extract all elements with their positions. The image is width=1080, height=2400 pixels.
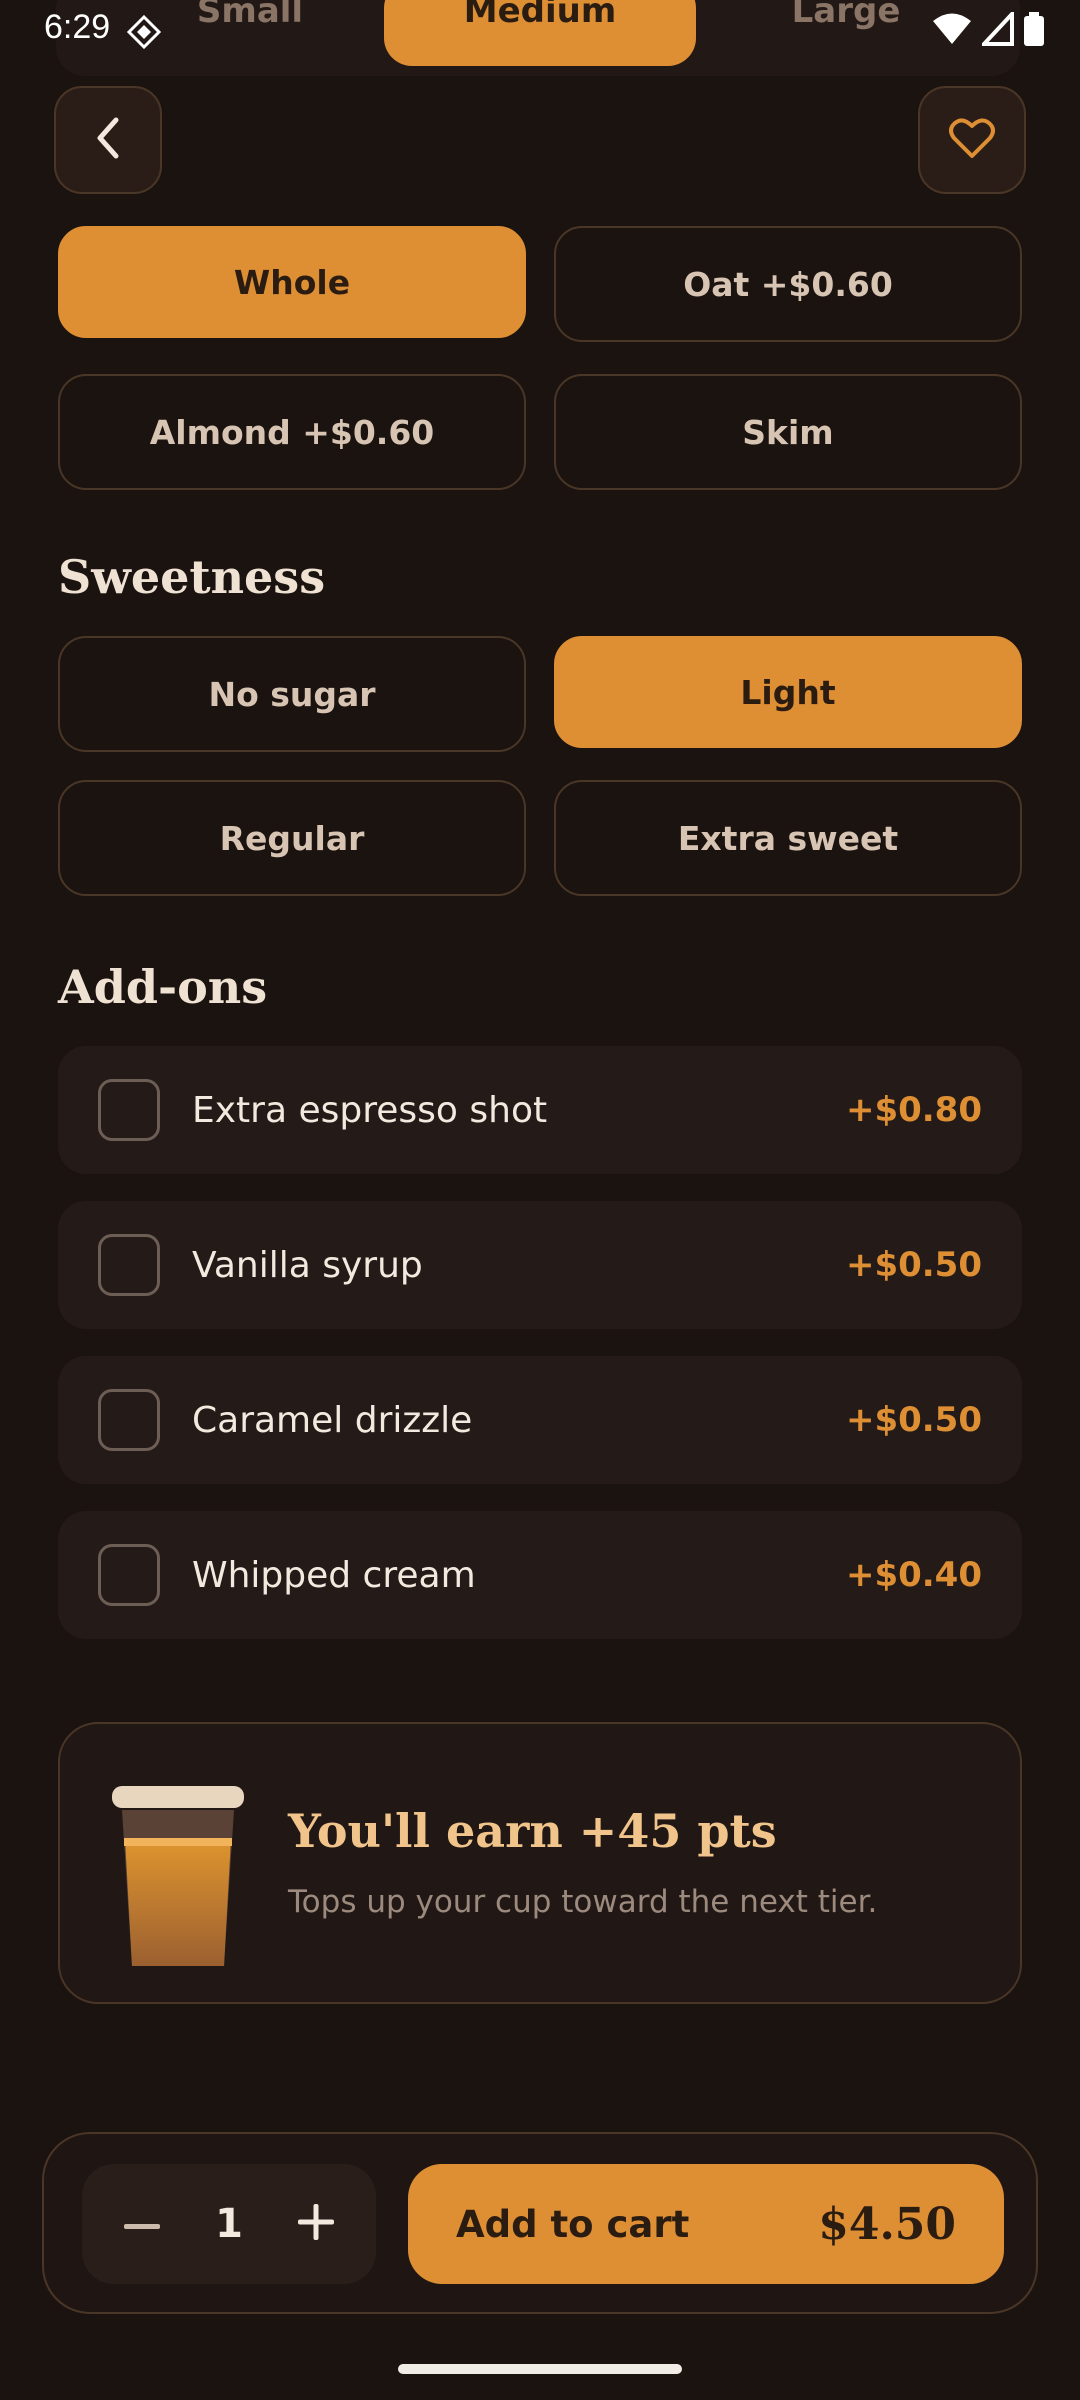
sweetness-option-extra-sweet[interactable]: Extra sweet bbox=[554, 780, 1022, 896]
cup-icon bbox=[108, 1786, 248, 1976]
add-to-cart-button[interactable]: Add to cart $4.50 bbox=[408, 2164, 1004, 2284]
addons-title: Add-ons bbox=[58, 960, 268, 1014]
addon-checkbox[interactable] bbox=[98, 1234, 160, 1296]
minus-icon bbox=[124, 2215, 160, 2234]
sweetness-option-no-sugar[interactable]: No sugar bbox=[58, 636, 526, 752]
addon-name: Caramel drizzle bbox=[192, 1399, 473, 1441]
milk-options: Whole Oat +$0.60 Almond +$0.60 Skim bbox=[58, 226, 1022, 490]
plus-icon bbox=[298, 2204, 334, 2244]
addon-price: +$0.40 bbox=[845, 1555, 982, 1595]
milk-option-oat[interactable]: Oat +$0.60 bbox=[554, 226, 1022, 342]
wifi-icon bbox=[932, 12, 972, 50]
quantity-stepper: 1 bbox=[82, 2164, 376, 2284]
cart-total: $4.50 bbox=[818, 2198, 956, 2250]
notification-icon bbox=[126, 14, 162, 54]
home-indicator[interactable] bbox=[398, 2364, 682, 2374]
heart-icon bbox=[948, 116, 996, 164]
addon-price: +$0.50 bbox=[845, 1400, 982, 1440]
addon-caramel-drizzle[interactable]: Caramel drizzle +$0.50 bbox=[58, 1356, 1022, 1484]
addon-price: +$0.50 bbox=[845, 1245, 982, 1285]
points-subtitle: Tops up your cup toward the next tier. bbox=[288, 1884, 878, 1920]
signal-icon bbox=[979, 8, 1014, 50]
points-card: You'll earn +45 pts Tops up your cup tow… bbox=[58, 1722, 1022, 2004]
addon-checkbox[interactable] bbox=[98, 1389, 160, 1451]
status-time: 6:29 bbox=[44, 8, 111, 46]
addon-whipped-cream[interactable]: Whipped cream +$0.40 bbox=[58, 1511, 1022, 1639]
add-to-cart-label: Add to cart bbox=[456, 2202, 690, 2246]
milk-option-almond[interactable]: Almond +$0.60 bbox=[58, 374, 526, 490]
quantity-value: 1 bbox=[215, 2201, 243, 2247]
addon-checkbox[interactable] bbox=[98, 1079, 160, 1141]
favorite-button[interactable] bbox=[918, 86, 1026, 194]
addon-name: Vanilla syrup bbox=[192, 1244, 423, 1286]
status-bar: 6:29 bbox=[0, 0, 1080, 62]
cart-bar: 1 Add to cart $4.50 bbox=[42, 2132, 1038, 2314]
addon-price: +$0.80 bbox=[845, 1090, 982, 1130]
sweetness-title: Sweetness bbox=[58, 550, 326, 604]
points-title: You'll earn +45 pts bbox=[288, 1804, 777, 1858]
increase-button[interactable] bbox=[276, 2164, 356, 2284]
sweetness-option-light[interactable]: Light bbox=[554, 636, 1022, 748]
addon-name: Extra espresso shot bbox=[192, 1089, 548, 1131]
addon-vanilla-syrup[interactable]: Vanilla syrup +$0.50 bbox=[58, 1201, 1022, 1329]
battery-icon bbox=[1024, 12, 1044, 50]
addon-checkbox[interactable] bbox=[98, 1544, 160, 1606]
addon-name: Whipped cream bbox=[192, 1554, 476, 1596]
sweetness-options: No sugar Light Regular Extra sweet bbox=[58, 636, 1022, 896]
addon-extra-espresso-shot[interactable]: Extra espresso shot +$0.80 bbox=[58, 1046, 1022, 1174]
sweetness-option-regular[interactable]: Regular bbox=[58, 780, 526, 896]
back-button[interactable] bbox=[54, 86, 162, 194]
addons-list: Extra espresso shot +$0.80 Vanilla syrup… bbox=[58, 1046, 1022, 1666]
decrease-button[interactable] bbox=[102, 2164, 182, 2284]
milk-option-whole[interactable]: Whole bbox=[58, 226, 526, 338]
back-chevron-icon bbox=[88, 114, 128, 166]
milk-option-skim[interactable]: Skim bbox=[554, 374, 1022, 490]
